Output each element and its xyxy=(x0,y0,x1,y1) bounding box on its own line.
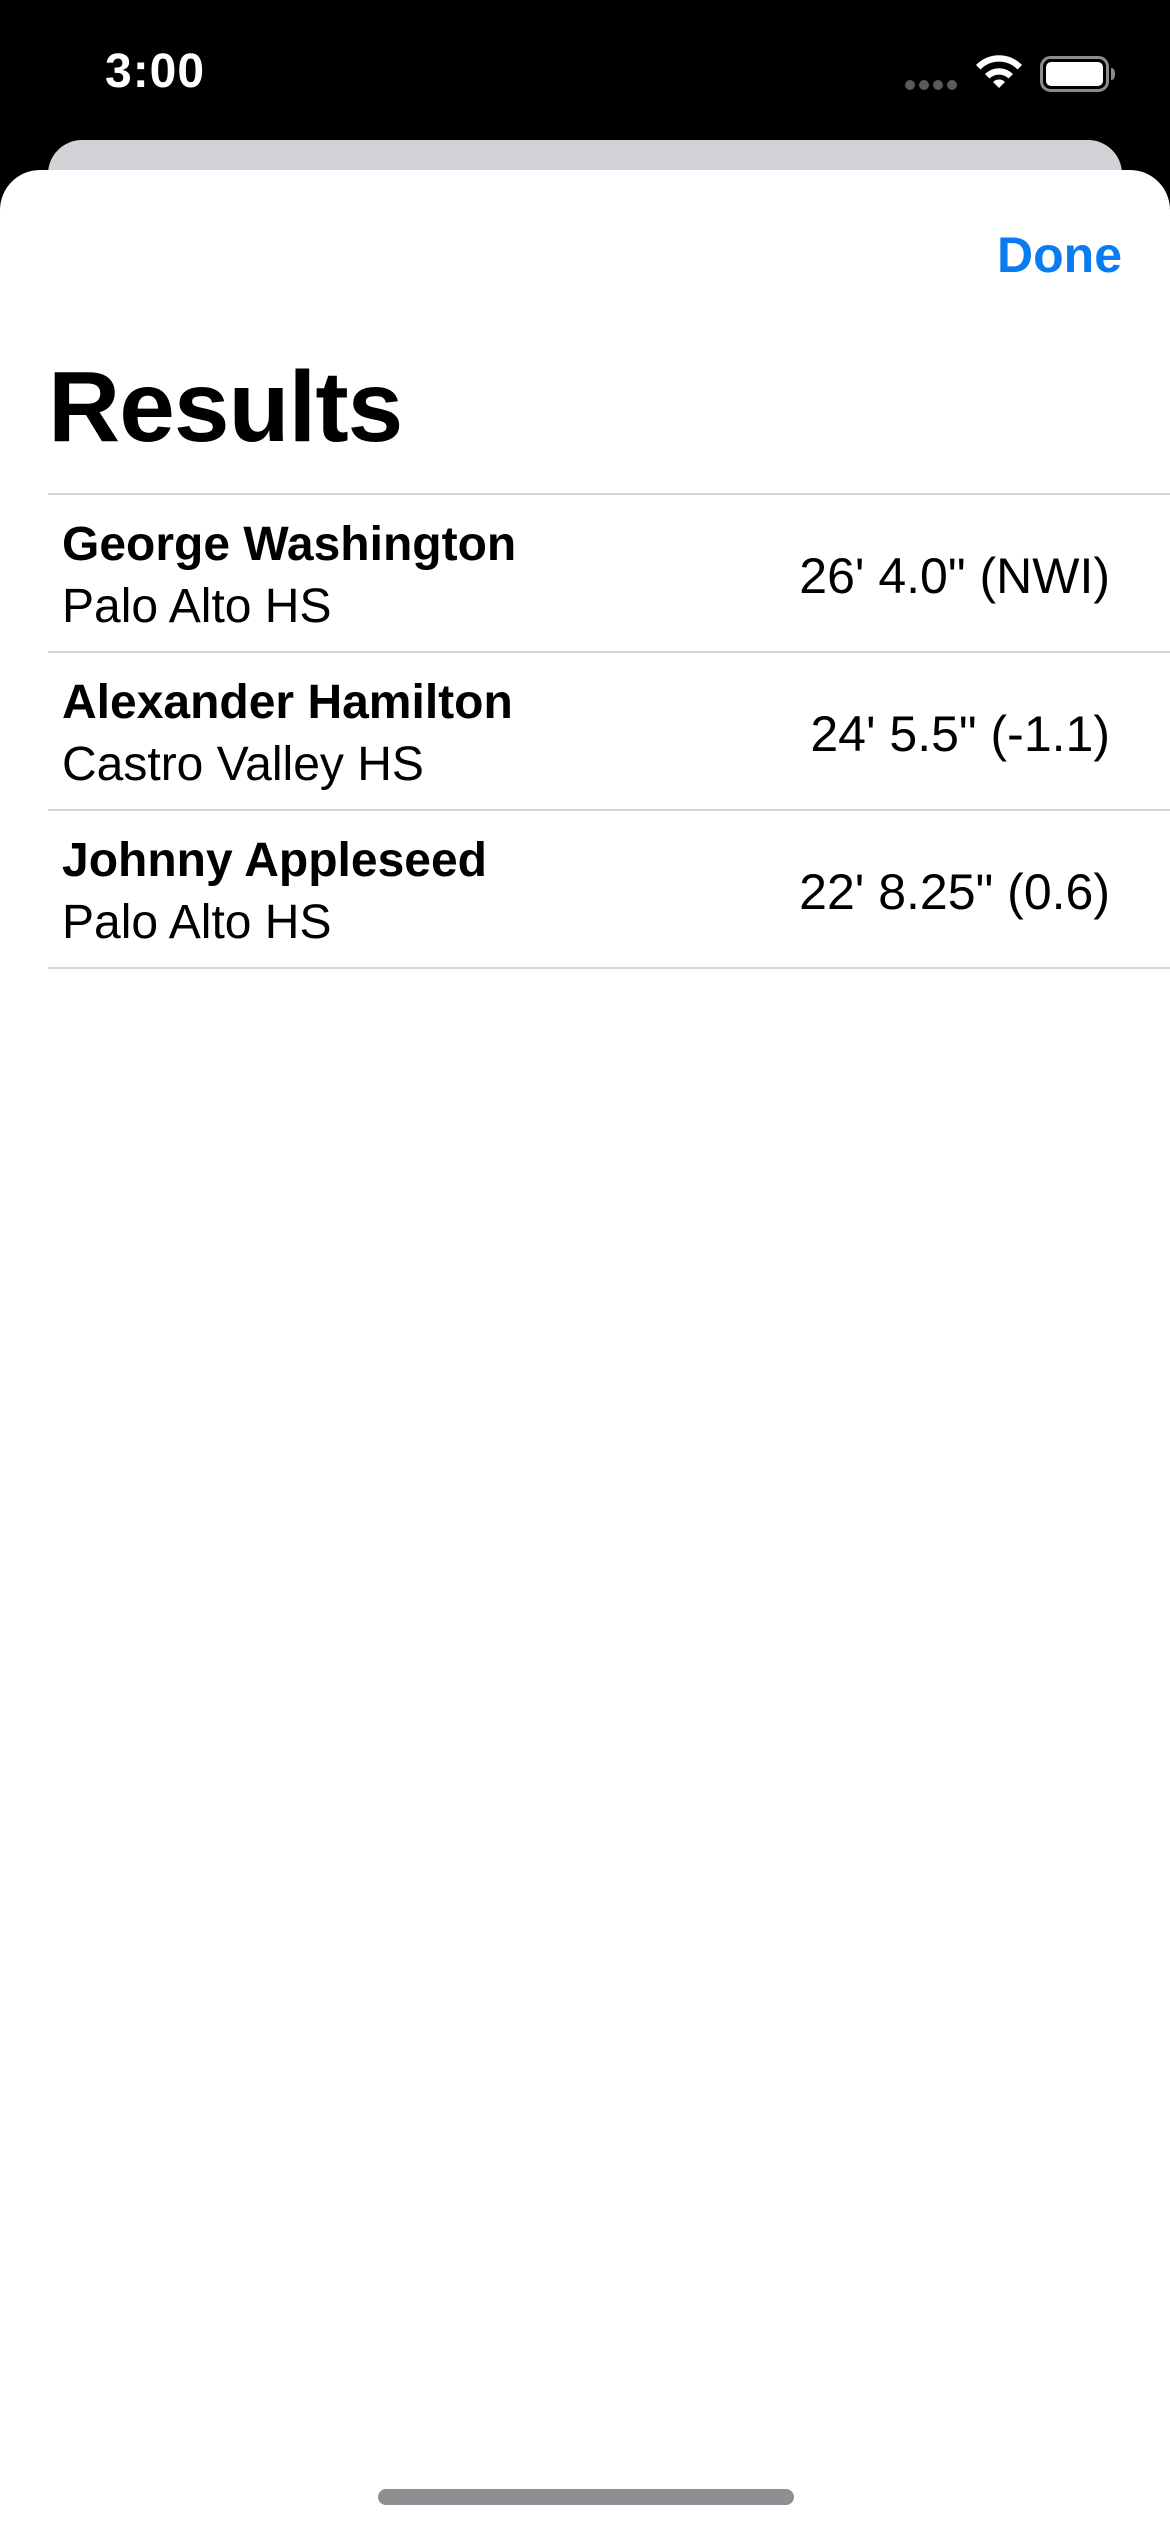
results-list: George Washington Palo Alto HS 26' 4.0" … xyxy=(48,493,1170,969)
results-sheet: Done Results George Washington Palo Alto… xyxy=(0,170,1170,2532)
battery-icon xyxy=(1040,56,1115,92)
athlete-name: George Washington xyxy=(62,518,517,571)
athlete-school: Castro Valley HS xyxy=(62,738,424,791)
athlete-mark: 26' 4.0" (NWI) xyxy=(799,548,1110,604)
list-item[interactable]: Alexander Hamilton Castro Valley HS 24' … xyxy=(48,653,1170,811)
athlete-name: Johnny Appleseed xyxy=(62,834,487,887)
status-bar: 3:00 xyxy=(0,0,1170,140)
done-button[interactable]: Done xyxy=(997,226,1122,284)
page-title: Results xyxy=(48,351,403,463)
list-item[interactable]: Johnny Appleseed Palo Alto HS 22' 8.25" … xyxy=(48,811,1170,969)
athlete-school: Palo Alto HS xyxy=(62,580,332,633)
status-time: 3:00 xyxy=(105,45,206,98)
screen: 3:00 Done Results George Washington Palo… xyxy=(0,0,1170,2532)
home-indicator[interactable] xyxy=(378,2489,794,2505)
athlete-mark: 22' 8.25" (0.6) xyxy=(799,864,1110,920)
athlete-name: Alexander Hamilton xyxy=(62,676,513,729)
signal-dots-icon xyxy=(905,80,959,90)
athlete-mark: 24' 5.5" (-1.1) xyxy=(810,706,1110,762)
list-item[interactable]: George Washington Palo Alto HS 26' 4.0" … xyxy=(48,495,1170,653)
wifi-icon xyxy=(976,55,1022,88)
athlete-school: Palo Alto HS xyxy=(62,896,332,949)
